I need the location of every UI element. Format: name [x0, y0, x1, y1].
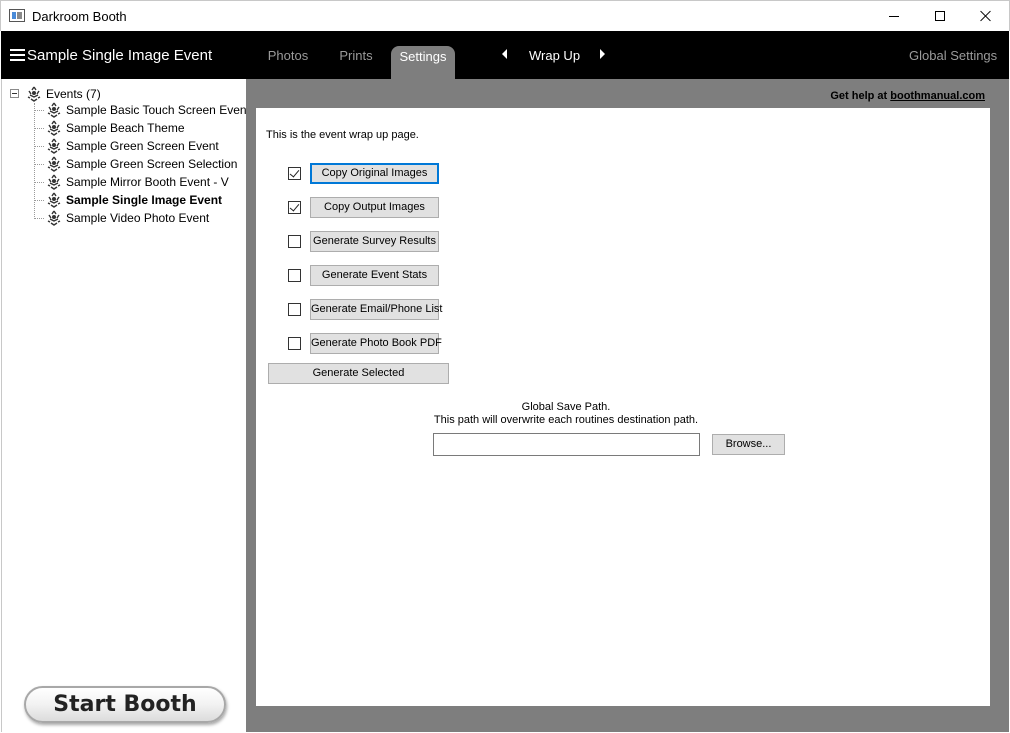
photo-book-pdf-checkbox[interactable] — [288, 337, 301, 350]
tree-event-label: Sample Green Screen Selection — [66, 157, 238, 171]
save-path-title: Global Save Path. — [521, 401, 611, 413]
event-icon — [47, 138, 61, 154]
browse-button[interactable]: Browse... — [712, 434, 785, 455]
minimize-button[interactable] — [871, 1, 917, 31]
app-icon — [9, 9, 25, 22]
close-icon — [980, 10, 992, 22]
previous-section-icon[interactable] — [502, 49, 507, 59]
event-icon — [47, 192, 61, 208]
save-path-input[interactable] — [433, 433, 700, 456]
tab-prints[interactable]: Prints — [335, 46, 377, 79]
tab-photos[interactable]: Photos — [263, 46, 313, 79]
copy-original-checkbox[interactable] — [288, 167, 301, 180]
event-icon — [47, 102, 61, 118]
event-icon — [47, 174, 61, 190]
generate-email-phone-list-button[interactable]: Generate Email/Phone List — [310, 299, 442, 320]
start-booth-button[interactable]: Start Booth — [24, 686, 226, 723]
generate-survey-results-button[interactable]: Generate Survey Results — [310, 231, 439, 252]
events-sidebar: Events (7) Sample Basic Touch Screen Eve… — [1, 79, 250, 732]
window-title-bar: Darkroom Booth — [0, 0, 1010, 31]
maximize-icon — [935, 11, 945, 21]
event-folder-icon — [27, 86, 41, 102]
help-link[interactable]: Get help at boothmanual.com — [830, 90, 985, 102]
save-path-description: This path will overwrite each routines d… — [433, 414, 699, 426]
tree-collapse-icon[interactable] — [10, 89, 19, 98]
tree-event-label: Sample Beach Theme — [66, 121, 185, 135]
email-phone-list-checkbox[interactable] — [288, 303, 301, 316]
tree-connector — [34, 103, 35, 219]
next-section-icon[interactable] — [600, 49, 605, 59]
main-content: Get help at boothmanual.com This is the … — [246, 79, 1009, 732]
copy-output-images-button[interactable]: Copy Output Images — [310, 197, 439, 218]
tree-event-label: Sample Mirror Booth Event - V — [66, 175, 229, 189]
tree-event-label: Sample Video Photo Event — [66, 211, 210, 225]
tree-event-label: Sample Basic Touch Screen Event — [66, 103, 250, 117]
window-title: Darkroom Booth — [32, 9, 127, 24]
tree-root-label: Events (7) — [46, 87, 101, 101]
survey-results-checkbox[interactable] — [288, 235, 301, 248]
help-url[interactable]: boothmanual.com — [890, 90, 985, 102]
tab-settings[interactable]: Settings — [391, 46, 455, 79]
section-title: Wrap Up — [529, 48, 581, 63]
generate-event-stats-button[interactable]: Generate Event Stats — [310, 265, 439, 286]
hamburger-menu-icon[interactable] — [10, 49, 25, 61]
close-button[interactable] — [963, 1, 1009, 31]
app-header: Sample Single Image Event Photos Prints … — [1, 31, 1009, 79]
help-prefix: Get help at — [830, 90, 888, 102]
minimize-icon — [889, 15, 899, 17]
copy-original-images-button[interactable]: Copy Original Images — [310, 163, 439, 184]
generate-selected-button[interactable]: Generate Selected — [268, 363, 449, 384]
maximize-button[interactable] — [917, 1, 963, 31]
tree-event-label: Sample Green Screen Event — [66, 139, 219, 153]
global-settings-link[interactable]: Global Settings — [909, 48, 997, 63]
event-icon — [47, 210, 61, 226]
generate-photo-book-pdf-button[interactable]: Generate Photo Book PDF — [310, 333, 442, 354]
event-icon — [47, 120, 61, 136]
event-icon — [47, 156, 61, 172]
copy-output-checkbox[interactable] — [288, 201, 301, 214]
event-title: Sample Single Image Event — [27, 47, 213, 64]
wrap-up-panel: This is the event wrap up page. Copy Ori… — [256, 108, 990, 706]
tree-event-label: Sample Single Image Event — [66, 193, 223, 207]
event-stats-checkbox[interactable] — [288, 269, 301, 282]
intro-text: This is the event wrap up page. — [266, 129, 419, 141]
